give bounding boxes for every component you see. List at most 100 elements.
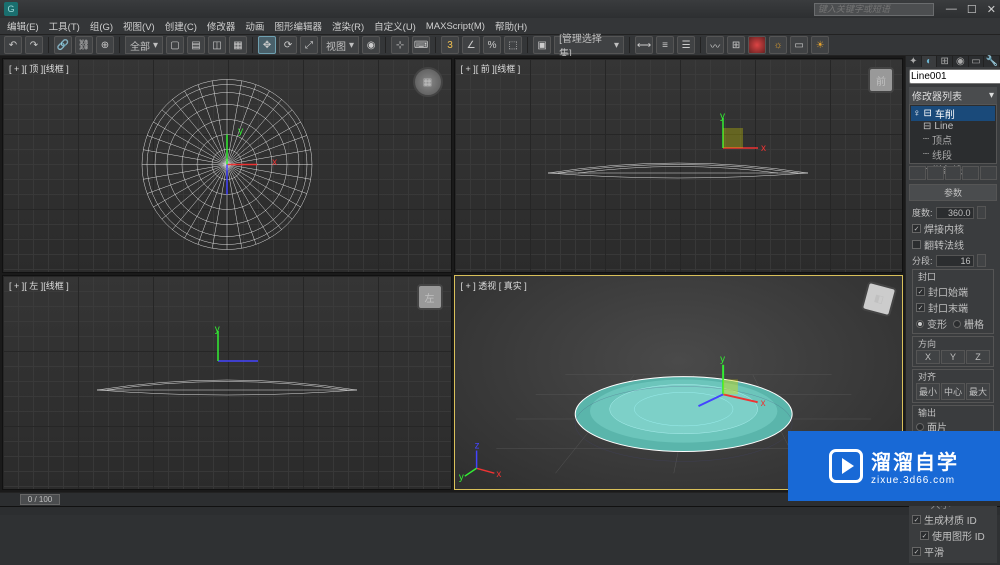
weld-core-checkbox[interactable]: ✓焊接内核 — [912, 221, 994, 236]
degrees-label: 度数: — [912, 206, 933, 219]
remove-mod-button[interactable] — [962, 166, 979, 180]
layers-button[interactable]: ☰ — [677, 36, 695, 54]
viewport-top-label[interactable]: [ + ][ 顶 ][线框 ] — [9, 62, 69, 75]
pin-stack-button[interactable] — [909, 166, 926, 180]
sub-vertex[interactable]: ┈顶点 — [911, 132, 995, 147]
link-button[interactable]: 🔗 — [54, 36, 72, 54]
flip-normals-checkbox[interactable]: 翻转法线 — [912, 237, 994, 252]
unique-button[interactable] — [945, 166, 962, 180]
select-name-button[interactable]: ▤ — [187, 36, 205, 54]
smooth-checkbox[interactable]: ✓平滑 — [912, 544, 994, 559]
gen-mat-checkbox[interactable]: ✓生成材质 ID — [912, 512, 994, 527]
curve-editor-button[interactable]: 〰 — [706, 36, 724, 54]
menu-group[interactable]: 组(G) — [87, 19, 116, 33]
dir-z-button[interactable]: Z — [966, 350, 990, 364]
bind-button[interactable]: ⊕ — [96, 36, 114, 54]
close-button[interactable]: ✕ — [987, 3, 996, 16]
segments-spinner[interactable]: 16 — [936, 255, 974, 267]
tab-motion[interactable]: ◉ — [953, 56, 969, 67]
direction-group: 方向 — [916, 337, 938, 350]
spinner-snap-button[interactable]: ⬚ — [504, 36, 522, 54]
refcoord-dropdown[interactable]: 视图▾ — [321, 36, 359, 54]
align-button[interactable]: ≡ — [656, 36, 674, 54]
unlink-button[interactable]: ⛓ — [75, 36, 93, 54]
cap-start-checkbox[interactable]: ✓封口始端 — [916, 284, 990, 299]
grid-radio[interactable]: 栅格 — [953, 316, 984, 331]
redo-button[interactable]: ↷ — [25, 36, 43, 54]
use-shape-checkbox[interactable]: ✓使用图形 ID — [912, 528, 994, 543]
material-button[interactable] — [748, 36, 766, 54]
viewport-front[interactable]: [ + ][ 前 ][线框 ] 前 x y — [454, 58, 904, 273]
tab-create[interactable]: ✦ — [906, 56, 922, 67]
segments-spinner-arrows[interactable] — [977, 254, 986, 267]
dir-y-button[interactable]: Y — [941, 350, 965, 364]
search-input[interactable] — [814, 3, 934, 16]
degrees-spinner[interactable]: 360.0 — [936, 207, 974, 219]
percent-snap-button[interactable]: % — [483, 36, 501, 54]
schematic-button[interactable]: ⊞ — [727, 36, 745, 54]
show-end-button[interactable] — [927, 166, 944, 180]
viewport-top[interactable]: [ + ][ 顶 ][线框 ] ▦ — [2, 58, 452, 273]
menu-help[interactable]: 帮助(H) — [492, 19, 530, 33]
select-region-button[interactable]: ◫ — [208, 36, 226, 54]
tab-hierarchy[interactable]: ⊞ — [937, 56, 953, 67]
configure-button[interactable] — [980, 166, 997, 180]
tab-modify[interactable]: ◐ — [922, 56, 938, 67]
mod-line[interactable]: ⊟Line — [911, 121, 995, 132]
menu-tools[interactable]: 工具(T) — [46, 19, 83, 33]
align-center-button[interactable]: 中心 — [941, 383, 965, 400]
cap-end-checkbox[interactable]: ✓封口末端 — [916, 300, 990, 315]
render-setup-button[interactable]: ☼ — [769, 36, 787, 54]
viewcube-top[interactable]: ▦ — [413, 67, 443, 97]
align-min-button[interactable]: 最小 — [916, 383, 940, 400]
menu-animation[interactable]: 动画 — [242, 19, 267, 33]
mod-lathe[interactable]: ♀⊟车削 — [911, 106, 995, 121]
render-frame-button[interactable]: ▭ — [790, 36, 808, 54]
menu-maxscript[interactable]: MAXScript(M) — [423, 21, 488, 32]
select-button[interactable]: ▢ — [166, 36, 184, 54]
align-max-button[interactable]: 最大 — [966, 383, 990, 400]
rotate-button[interactable]: ⟳ — [279, 36, 297, 54]
menu-rendering[interactable]: 渲染(R) — [329, 19, 367, 33]
capping-group: 封口 — [916, 270, 938, 283]
angle-snap-button[interactable]: ∠ — [462, 36, 480, 54]
dir-x-button[interactable]: X — [916, 350, 940, 364]
object-name-field[interactable] — [909, 69, 1000, 84]
viewport-persp-label[interactable]: [ + ] 透视 [ 真实 ] — [461, 279, 527, 292]
keyboard-button[interactable]: ⌨ — [412, 36, 430, 54]
move-button[interactable]: ✥ — [258, 36, 276, 54]
time-slider-thumb[interactable]: 0 / 100 — [20, 494, 60, 505]
menu-views[interactable]: 视图(V) — [120, 19, 158, 33]
morph-radio[interactable]: 变形 — [916, 316, 947, 331]
undo-button[interactable]: ↶ — [4, 36, 22, 54]
degrees-spinner-arrows[interactable] — [977, 206, 986, 219]
named-sel-button[interactable]: ▣ — [533, 36, 551, 54]
minimize-button[interactable]: — — [946, 3, 957, 16]
modifier-list-dropdown[interactable]: 修改器列表▾ — [909, 87, 997, 104]
menu-grapheditors[interactable]: 图形编辑器 — [271, 19, 325, 33]
maximize-button[interactable]: ☐ — [967, 3, 977, 16]
tab-utilities[interactable]: 🔧 — [984, 56, 1000, 67]
tab-display[interactable]: ▭ — [969, 56, 985, 67]
viewcube-left[interactable]: 左 — [417, 284, 443, 310]
viewport-front-label[interactable]: [ + ][ 前 ][线框 ] — [461, 62, 521, 75]
scale-button[interactable]: ⤢ — [300, 36, 318, 54]
mirror-button[interactable]: ⟷ — [635, 36, 653, 54]
viewcube-front[interactable]: 前 — [868, 67, 894, 93]
pivot-button[interactable]: ◉ — [362, 36, 380, 54]
modifier-stack[interactable]: ♀⊟车削 ⊟Line ┈顶点 ┈线段 ┈样条线 — [909, 104, 997, 164]
menu-customize[interactable]: 自定义(U) — [371, 19, 419, 33]
viewport-left-label[interactable]: [ + ][ 左 ][线框 ] — [9, 279, 69, 292]
manipulate-button[interactable]: ⊹ — [391, 36, 409, 54]
snap-button[interactable]: 3 — [441, 36, 459, 54]
selection-filter[interactable]: 全部▾ — [125, 36, 163, 54]
window-crossing-button[interactable]: ▦ — [229, 36, 247, 54]
rollup-parameters[interactable]: 参数 — [909, 184, 997, 201]
viewport-left[interactable]: [ + ][ 左 ][线框 ] 左 y — [2, 275, 452, 490]
menu-edit[interactable]: 编辑(E) — [4, 19, 42, 33]
menu-create[interactable]: 创建(C) — [162, 19, 200, 33]
menu-modifiers[interactable]: 修改器 — [204, 19, 239, 33]
sub-segment[interactable]: ┈线段 — [911, 147, 995, 162]
named-sel-dropdown[interactable]: [管理选择集]▾ — [554, 36, 624, 54]
render-button[interactable]: ☀ — [811, 36, 829, 54]
